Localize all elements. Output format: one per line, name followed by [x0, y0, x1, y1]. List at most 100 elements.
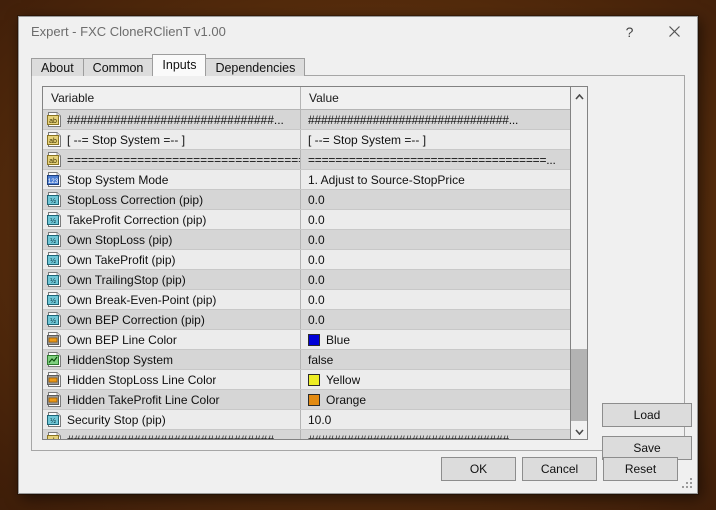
scrollbar-thumb[interactable]: [571, 349, 587, 421]
variable-cell[interactable]: Hidden TakeProfit Line Color: [43, 390, 301, 409]
svg-text:½: ½: [50, 297, 56, 305]
svg-text:ab: ab: [49, 118, 57, 125]
svg-text:½: ½: [50, 317, 56, 325]
load-button-label: Load: [633, 408, 661, 422]
variable-label: ###############################...: [67, 431, 284, 440]
value-cell[interactable]: false: [301, 350, 570, 369]
variable-label: Own TakeProfit (pip): [67, 252, 176, 267]
variable-cell[interactable]: ab ===================================...: [43, 150, 301, 169]
table-row[interactable]: ab [ --= Stop System =-- ] [ --= Stop Syst…: [43, 130, 570, 150]
value-text: 10.0: [308, 412, 332, 427]
variable-cell[interactable]: ½ Own Break-Even-Point (pip): [43, 290, 301, 309]
variable-cell[interactable]: ½ Own StopLoss (pip): [43, 230, 301, 249]
value-cell[interactable]: 0.0: [301, 290, 570, 309]
table-row[interactable]: ab ###############################... ####…: [43, 110, 570, 130]
value-cell[interactable]: [ --= Stop System =-- ]: [301, 130, 570, 149]
table-row[interactable]: ½ StopLoss Correction (pip) 0.0: [43, 190, 570, 210]
value-text: 0.0: [308, 312, 325, 327]
svg-text:123: 123: [48, 178, 59, 185]
string-type-icon: ab: [47, 152, 62, 167]
variable-cell[interactable]: ab ###############################...: [43, 430, 301, 439]
table-row[interactable]: HiddenStop System false: [43, 350, 570, 370]
variable-label: ###############################...: [67, 112, 284, 127]
variable-cell[interactable]: HiddenStop System: [43, 350, 301, 369]
variable-cell[interactable]: Own BEP Line Color: [43, 330, 301, 349]
value-text: ###############################...: [308, 431, 518, 440]
value-cell[interactable]: ===================================...: [301, 150, 570, 169]
tab-about[interactable]: About: [31, 58, 84, 76]
variable-cell[interactable]: Hidden StopLoss Line Color: [43, 370, 301, 389]
scroll-up-button[interactable]: [571, 87, 587, 104]
value-cell[interactable]: 0.0: [301, 270, 570, 289]
ok-button[interactable]: OK: [441, 457, 516, 481]
table-row[interactable]: ab ===================================...…: [43, 150, 570, 170]
column-header-value[interactable]: Value: [301, 87, 570, 109]
value-cell[interactable]: 1. Adjust to Source-StopPrice: [301, 170, 570, 189]
variable-cell[interactable]: ab [ --= Stop System =-- ]: [43, 130, 301, 149]
table-row[interactable]: ½ Security Stop (pip) 10.0: [43, 410, 570, 430]
table-row[interactable]: ½ Own StopLoss (pip) 0.0: [43, 230, 570, 250]
tab-inputs[interactable]: Inputs: [152, 54, 207, 76]
table-row[interactable]: ½ Own BEP Correction (pip) 0.0: [43, 310, 570, 330]
variable-cell[interactable]: ½ TakeProfit Correction (pip): [43, 210, 301, 229]
cancel-button[interactable]: Cancel: [522, 457, 597, 481]
color-swatch: [308, 393, 320, 406]
integer-type-icon: 123: [47, 172, 62, 187]
value-cell[interactable]: ###############################...: [301, 430, 570, 440]
table-row[interactable]: 123 Stop System Mode 1. Adjust to Source-S…: [43, 170, 570, 190]
title-bar: Expert - FXC CloneRClienT v1.00 ?: [19, 17, 697, 48]
value-text: 1. Adjust to Source-StopPrice: [308, 172, 465, 187]
variable-label: Security Stop (pip): [67, 412, 166, 427]
reset-button[interactable]: Reset: [603, 457, 678, 481]
double-type-icon: ½: [47, 212, 62, 227]
close-button[interactable]: [652, 17, 697, 46]
value-text: ===================================...: [308, 152, 556, 167]
tab-common[interactable]: Common: [82, 58, 154, 76]
scroll-down-button[interactable]: [571, 422, 587, 439]
value-cell[interactable]: 0.0: [301, 230, 570, 249]
tab-about-label: About: [41, 61, 74, 75]
load-button[interactable]: Load: [602, 403, 692, 427]
value-cell[interactable]: 10.0: [301, 410, 570, 429]
value-cell[interactable]: Yellow: [301, 370, 570, 389]
variable-cell[interactable]: 123 Stop System Mode: [43, 170, 301, 189]
table-row[interactable]: Hidden TakeProfit Line Color Orange: [43, 390, 570, 410]
variable-cell[interactable]: ½ Own TakeProfit (pip): [43, 250, 301, 269]
scrollbar-track[interactable]: [571, 104, 587, 422]
table-row[interactable]: ½ Own TakeProfit (pip) 0.0: [43, 250, 570, 270]
svg-text:ab: ab: [49, 158, 57, 165]
grid-vertical-scrollbar[interactable]: [571, 86, 588, 440]
variable-label: Hidden TakeProfit Line Color: [67, 392, 220, 407]
variable-cell[interactable]: ½ Own TrailingStop (pip): [43, 270, 301, 289]
tab-strip: About Common Inputs Dependencies: [31, 54, 306, 76]
table-row[interactable]: Hidden StopLoss Line Color Yellow: [43, 370, 570, 390]
table-row[interactable]: ½ Own Break-Even-Point (pip) 0.0: [43, 290, 570, 310]
value-cell[interactable]: 0.0: [301, 250, 570, 269]
variable-cell[interactable]: ½ Security Stop (pip): [43, 410, 301, 429]
svg-text:½: ½: [50, 417, 56, 425]
table-row[interactable]: ½ Own TrailingStop (pip) 0.0: [43, 270, 570, 290]
svg-text:½: ½: [50, 237, 56, 245]
grid-header-row: Variable Value: [43, 87, 570, 110]
variable-cell[interactable]: ½ Own BEP Correction (pip): [43, 310, 301, 329]
value-cell[interactable]: 0.0: [301, 210, 570, 229]
double-type-icon: ½: [47, 272, 62, 287]
chevron-up-icon: [574, 87, 584, 105]
value-cell[interactable]: 0.0: [301, 190, 570, 209]
column-header-variable[interactable]: Variable: [43, 87, 301, 109]
variable-cell[interactable]: ab ###############################...: [43, 110, 301, 129]
table-row[interactable]: Own BEP Line Color Blue: [43, 330, 570, 350]
value-cell[interactable]: ###############################...: [301, 110, 570, 129]
help-button[interactable]: ?: [607, 17, 652, 46]
tab-dependencies-label: Dependencies: [215, 61, 296, 75]
table-row[interactable]: ab ###############################... ####…: [43, 430, 570, 439]
table-row[interactable]: ½ TakeProfit Correction (pip) 0.0: [43, 210, 570, 230]
value-text: ###############################...: [308, 112, 519, 127]
value-cell[interactable]: Blue: [301, 330, 570, 349]
variable-cell[interactable]: ½ StopLoss Correction (pip): [43, 190, 301, 209]
tab-dependencies[interactable]: Dependencies: [205, 58, 306, 76]
value-cell[interactable]: 0.0: [301, 310, 570, 329]
value-cell[interactable]: Orange: [301, 390, 570, 409]
resize-grip-icon[interactable]: [682, 478, 694, 490]
svg-text:½: ½: [50, 277, 56, 285]
